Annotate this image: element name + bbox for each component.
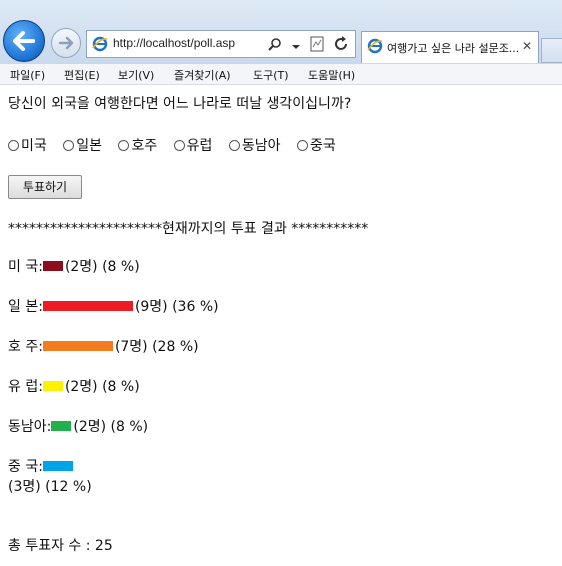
radio-button[interactable] (228, 140, 240, 151)
radio-button[interactable] (296, 140, 308, 151)
menu-help[interactable]: 도움말(H) (308, 67, 355, 83)
menu-file[interactable]: 파일(F) (10, 67, 45, 83)
option-europe[interactable]: 유럽 (173, 135, 212, 155)
result-row-china: 중 국 : (8, 456, 75, 476)
result-row-japan: 일 본 : (9명) (36 %) (8, 296, 219, 316)
address-url[interactable]: http://localhost/poll.asp (113, 36, 235, 50)
result-bar (51, 421, 72, 431)
address-bar[interactable]: http://localhost/poll.asp (86, 30, 356, 58)
menu-bar: 파일(F) 편집(E) 보기(V) 즐겨찾기(A) 도구(T) 도움말(H) (0, 64, 562, 85)
result-label: 미 국 (8, 259, 39, 275)
menu-edit[interactable]: 편집(E) (64, 67, 100, 83)
result-bar (42, 381, 63, 391)
radio-button[interactable] (118, 140, 130, 151)
result-bar (42, 341, 113, 351)
tab-poll[interactable]: 여행가고 싶은 나라 설문조... ✕ (361, 31, 539, 63)
close-tab-icon[interactable]: ✕ (522, 39, 532, 53)
result-row-australia: 호 주 : (7명) (28 %) (8, 336, 199, 356)
result-stats: (7명) (28 %) (114, 339, 199, 355)
option-usa[interactable]: 미국 (8, 135, 47, 155)
option-southeast-asia[interactable]: 동남아 (228, 135, 281, 155)
result-label: 중 국 (8, 459, 39, 475)
result-stats: (2명) (8 %) (64, 259, 140, 275)
result-stats: (9명) (36 %) (134, 299, 219, 315)
result-bar (42, 261, 63, 271)
option-australia[interactable]: 호주 (118, 135, 157, 155)
dropdown-arrow-icon[interactable] (291, 36, 301, 55)
option-china[interactable]: 중국 (296, 135, 336, 155)
result-stats: (2명) (8 %) (64, 379, 140, 395)
result-row-southeast-asia: 동남아 : (2명) (8 %) (8, 416, 148, 436)
browser-titlebar: http://localhost/poll.asp 여행가고 싶은 나라 설문조… (0, 0, 562, 65)
menu-favorites[interactable]: 즐겨찾기(A) (174, 67, 231, 83)
search-icon[interactable] (268, 36, 282, 55)
result-bar (42, 301, 133, 311)
menu-tools[interactable]: 도구(T) (253, 67, 289, 83)
total-voters: 총 투표자 수 : 25 (8, 538, 113, 554)
result-stats: (3명) (12 %) (8, 479, 92, 495)
result-stats: (2명) (8 %) (73, 419, 149, 435)
result-label: 유 럽 (8, 379, 39, 395)
result-label: 동남아 (8, 419, 47, 435)
result-row-china-stats: (3명) (12 %) (8, 476, 92, 496)
refresh-icon[interactable] (333, 35, 349, 56)
radio-button[interactable] (63, 140, 75, 151)
option-japan[interactable]: 일본 (63, 135, 102, 155)
ie-icon (367, 38, 383, 58)
result-row-europe: 유 럽 : (2명) (8 %) (8, 376, 140, 396)
result-label: 일 본 (8, 299, 39, 315)
compatibility-view-icon[interactable] (310, 36, 324, 56)
result-label: 호 주 (8, 339, 39, 355)
poll-question: 당신이 외국을 여행한다면 어느 나라로 떠날 생각이십니까? (8, 96, 352, 112)
menu-view[interactable]: 보기(V) (118, 67, 154, 83)
ie-icon (92, 36, 108, 56)
results-header: **********************현재까지의 투표 결과 ******… (8, 221, 369, 237)
tab-title: 여행가고 싶은 나라 설문조... (387, 42, 519, 55)
back-button[interactable] (3, 20, 45, 62)
forward-arrow-icon (58, 36, 74, 50)
result-bar (42, 461, 73, 471)
radio-button[interactable] (8, 140, 19, 151)
radio-button[interactable] (173, 140, 185, 151)
back-arrow-icon (13, 31, 35, 51)
poll-options: 미국 일본 호주 유럽 동남아 중국 (8, 135, 348, 155)
new-tab-button[interactable] (541, 38, 562, 63)
result-row-usa: 미 국 : (2명) (8 %) (8, 256, 140, 276)
vote-button[interactable]: 투표하기 (8, 175, 82, 199)
forward-button[interactable] (51, 28, 81, 58)
